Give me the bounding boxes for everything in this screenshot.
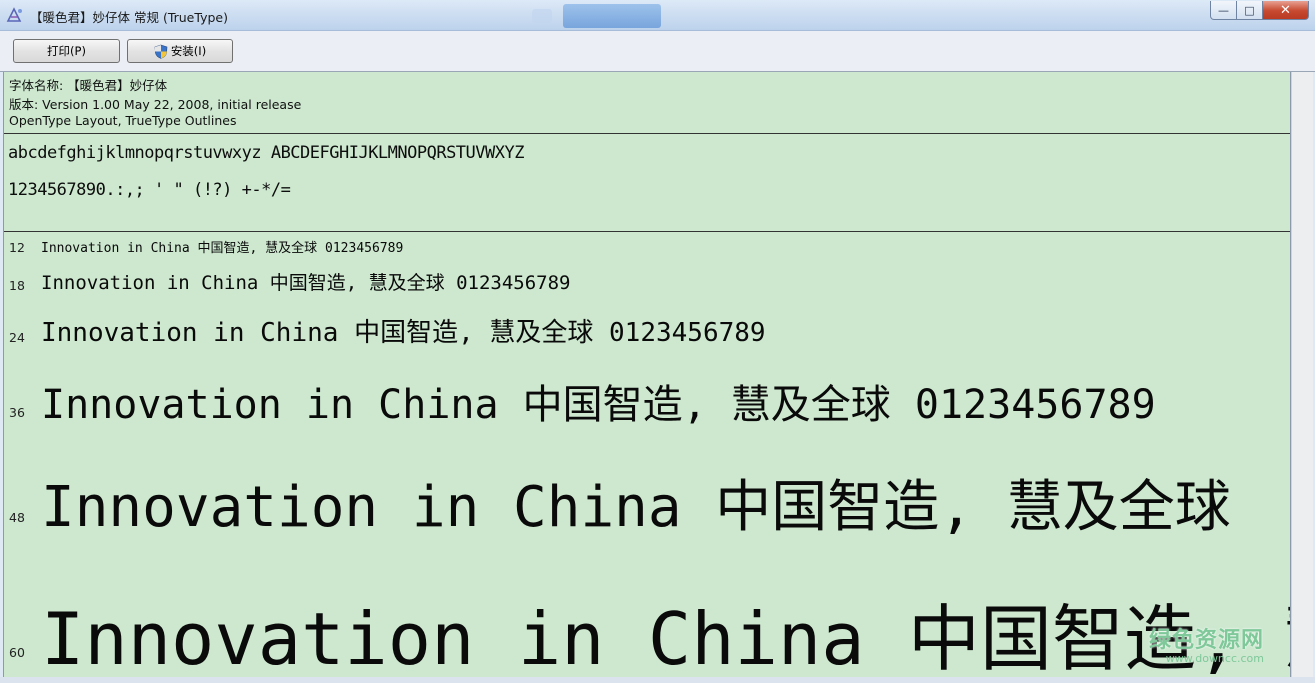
- minimize-button[interactable]: —: [1210, 1, 1237, 20]
- size-label: 48: [9, 510, 25, 525]
- font-name-line: 字体名称: 【暖色君】妙仔体: [9, 78, 168, 93]
- divider: [4, 231, 1290, 232]
- window-bottom-edge: [0, 677, 1315, 683]
- background-artifact-button: [563, 4, 661, 28]
- divider: [4, 133, 1290, 134]
- size-sample-text: Innovation in China 中国智造, 慧及全球 012345678…: [41, 272, 571, 294]
- font-type-line: OpenType Layout, TrueType Outlines: [9, 113, 237, 128]
- size-label: 18: [9, 278, 25, 293]
- window-controls: — □ ✕: [1210, 1, 1309, 20]
- size-sample-text: Innovation in China 中国智造, 慧: [41, 597, 1291, 678]
- font-version-line: 版本: Version 1.00 May 22, 2008, initial r…: [9, 97, 302, 112]
- title-bar: 【暖色君】妙仔体 常规 (TrueType) — □ ✕: [0, 0, 1315, 31]
- watermark: 绿色资源网 www.downcc.com: [1149, 622, 1264, 665]
- size-label: 12: [9, 240, 25, 255]
- size-label: 36: [9, 405, 25, 420]
- digits-symbols-sample: 1234567890.:,; ' " (!?) +-*/=: [8, 180, 291, 200]
- background-artifact: [532, 9, 552, 23]
- toolbar: 打印(P) 安装(I): [0, 31, 1315, 72]
- close-button[interactable]: ✕: [1263, 1, 1309, 20]
- vertical-scrollbar[interactable]: [1291, 72, 1313, 677]
- size-sample-text: Innovation in China 中国智造, 慧及全球 012345678…: [41, 318, 766, 348]
- maximize-button[interactable]: □: [1237, 1, 1263, 20]
- uac-shield-icon: [154, 44, 168, 59]
- watermark-title: 绿色资源网: [1148, 628, 1264, 653]
- letters-sample: abcdefghijklmnopqrstuvwxyz ABCDEFGHIJKLM…: [8, 143, 524, 163]
- window-title: 【暖色君】妙仔体 常规 (TrueType): [30, 10, 228, 25]
- watermark-url: www.downcc.com: [1165, 652, 1264, 665]
- size-sample-text: Innovation in China 中国智造, 慧及全球 012345678…: [41, 241, 404, 256]
- install-button[interactable]: 安装(I): [127, 39, 233, 63]
- size-sample-text: Innovation in China 中国智造, 慧及全球 012345678…: [41, 382, 1156, 428]
- print-button-label: 打印(P): [47, 44, 86, 58]
- size-sample-text: Innovation in China 中国智造, 慧及全球: [41, 475, 1231, 540]
- print-button[interactable]: 打印(P): [13, 39, 120, 63]
- size-label: 24: [9, 330, 25, 345]
- font-viewer-app-icon: [6, 7, 22, 22]
- font-preview-pane: 字体名称: 【暖色君】妙仔体 版本: Version 1.00 May 22, …: [3, 72, 1291, 678]
- size-label: 60: [9, 645, 25, 660]
- install-button-label: 安装(I): [170, 44, 207, 58]
